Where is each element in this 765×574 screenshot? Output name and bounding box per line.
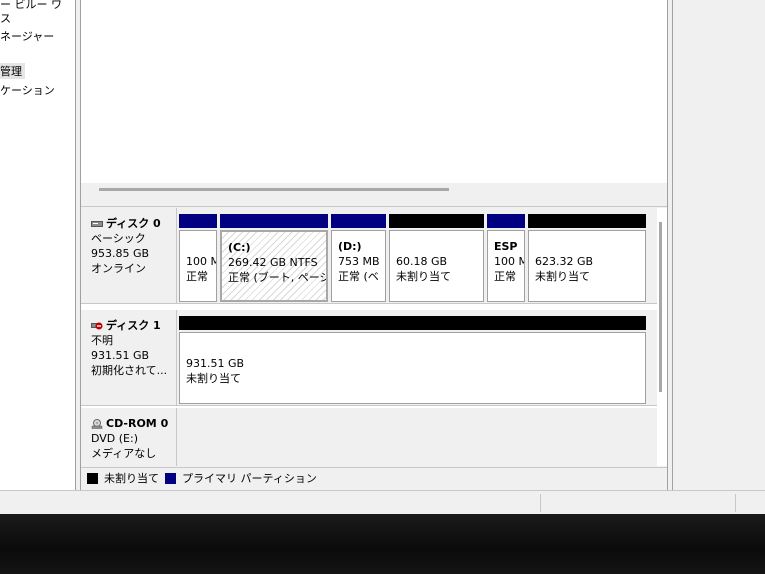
disk-row-1: ディスク 1 不明 931.51 GB 初期化されて... 931.51 GB …	[81, 310, 657, 406]
partition-d[interactable]: (D:) 753 MB 正常 (ベ	[331, 214, 386, 302]
partition-unallocated-1[interactable]: 60.18 GB 未割り当て	[389, 214, 484, 302]
disk-state-1: 初期化されて...	[91, 364, 168, 377]
partition-disk1-unallocated[interactable]: 931.51 GB 未割り当て	[179, 316, 646, 404]
horizontal-scrollbar-thumb[interactable]	[99, 188, 449, 191]
disk-size-0: 953.85 GB	[91, 247, 150, 260]
tree-item-device-manager[interactable]: ネージャー	[0, 28, 54, 44]
disk-drive-icon	[91, 220, 103, 227]
disk-management-panel: ディスク 0 ベーシック 953.85 GB オンライン 100 M 正常 (C…	[80, 0, 668, 490]
console-tree: ー ビルー ワ ス ネージャー 管理 ケーション	[0, 0, 76, 490]
disk-type-0: ベーシック	[91, 232, 146, 245]
disk-row-cdrom: CD-ROM 0 DVD (E:) メディアなし	[81, 408, 657, 466]
disk-row-0: ディスク 0 ベーシック 953.85 GB オンライン 100 M 正常 (C…	[81, 208, 657, 304]
disk-state-cdrom: メディアなし	[91, 447, 157, 460]
partition-c[interactable]: (C:) 269.42 GB NTFS 正常 (ブート, ページ	[220, 214, 328, 302]
legend-unallocated-label: 未割り当て	[104, 472, 159, 485]
disk-name-1: ディスク 1	[91, 318, 176, 333]
cd-rom-icon	[91, 418, 103, 429]
disk-label-1[interactable]: ディスク 1 不明 931.51 GB 初期化されて...	[81, 310, 177, 406]
disk-type-cdrom: DVD (E:)	[91, 432, 139, 445]
disk-partitions-cdrom	[177, 408, 657, 466]
legend-primary-swatch	[165, 472, 176, 484]
background-strip	[0, 514, 765, 574]
partition-recovery[interactable]: 100 M 正常	[179, 214, 217, 302]
legend-primary-label: プライマリ パーティション	[182, 472, 317, 485]
disk-state-0: オンライン	[91, 262, 146, 275]
horizontal-scrollbar[interactable]	[81, 183, 667, 201]
legend-unallocated-swatch	[87, 472, 98, 484]
partition-unallocated-2[interactable]: 623.32 GB 未割り当て	[528, 214, 646, 302]
disk-partitions-1: 931.51 GB 未割り当て	[177, 310, 657, 406]
disk-partitions-0: 100 M 正常 (C:) 269.42 GB NTFS 正常 (ブート, ペー…	[177, 208, 657, 304]
tree-item-services[interactable]: ス	[0, 10, 11, 26]
disk-type-1: 不明	[91, 334, 113, 347]
volume-list[interactable]	[81, 0, 667, 183]
disk-graphical-view: ディスク 0 ベーシック 953.85 GB オンライン 100 M 正常 (C…	[81, 208, 667, 466]
disk-name-0: ディスク 0	[91, 216, 176, 231]
pane-splitter[interactable]	[81, 201, 667, 207]
disk-name-cdrom: CD-ROM 0	[91, 416, 176, 431]
legend: 未割り当て プライマリ パーティション	[81, 467, 667, 488]
status-bar	[0, 490, 765, 514]
partition-esp[interactable]: ESP 100 M 正常	[487, 214, 525, 302]
disk-size-1: 931.51 GB	[91, 349, 150, 362]
vertical-scrollbar-thumb[interactable]	[659, 222, 662, 392]
tree-item-applications[interactable]: ケーション	[0, 82, 55, 98]
tree-item-disk-management[interactable]: 管理	[0, 63, 25, 79]
disk-error-icon	[91, 322, 103, 329]
action-pane	[672, 0, 765, 490]
disk-label-0[interactable]: ディスク 0 ベーシック 953.85 GB オンライン	[81, 208, 177, 304]
disk-label-cdrom[interactable]: CD-ROM 0 DVD (E:) メディアなし	[81, 408, 177, 466]
